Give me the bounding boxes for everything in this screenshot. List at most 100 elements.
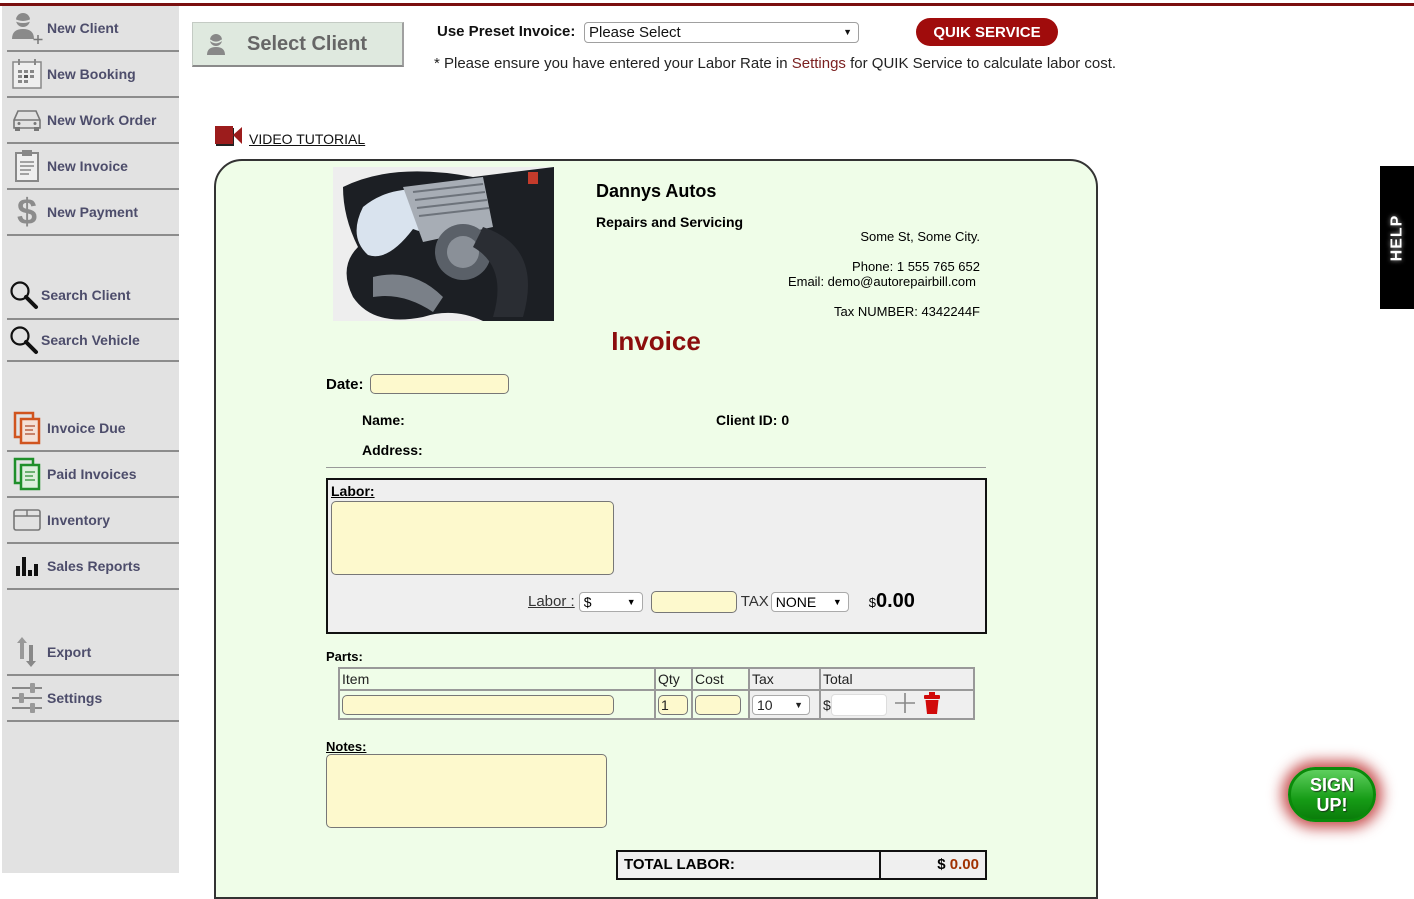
total-cell: $ [819, 689, 975, 720]
dollar-icon: $ [16, 191, 38, 232]
sidebar-item-inventory[interactable]: Inventory [7, 498, 179, 544]
invoice-panel: Dannys Autos Repairs and Servicing Some … [214, 159, 1098, 899]
sidebar-item-label: Search Client [41, 287, 131, 303]
sidebar-item-new-work-order[interactable]: New Work Order [7, 98, 179, 144]
quik-service-button[interactable]: QUIK SERVICE [916, 18, 1058, 46]
sidebar-item-label: Paid Invoices [47, 466, 137, 482]
part-tax-select[interactable]: 10 ▼ [752, 694, 810, 715]
labor-unit-select[interactable]: $ ▼ [578, 591, 643, 612]
sidebar-item-new-payment[interactable]: $ New Payment [7, 190, 179, 236]
sidebar-item-label: New Payment [47, 204, 139, 220]
sidebar-item-new-client[interactable]: New Client [7, 6, 179, 52]
calendar-icon [7, 56, 47, 92]
settings-link[interactable]: Settings [792, 55, 846, 72]
column-header-item: Item [338, 667, 656, 691]
labor-rate-notice: * Please ensure you have entered your La… [434, 55, 1116, 72]
sidebar-item-export[interactable]: Export [7, 630, 179, 676]
notes-label: Notes: [326, 739, 367, 754]
paid-invoices-icon [7, 456, 47, 492]
add-row-icon[interactable] [893, 691, 917, 718]
sidebar-item-label: Settings [47, 690, 103, 706]
total-labor-value: 0.00 [949, 856, 979, 873]
labor-tax-select[interactable]: NONE ▼ [770, 591, 849, 612]
business-name: Dannys Autos [596, 181, 717, 201]
cost-cell [691, 689, 750, 720]
business-contact-info: Some St, Some City. Phone: 1 555 765 652… [788, 229, 980, 319]
sign-up-label-line1: SIGN [1309, 774, 1354, 795]
sidebar-item-paid-invoices[interactable]: Paid Invoices [7, 452, 179, 498]
video-tutorial-link[interactable]: VIDEO TUTORIAL [214, 124, 365, 153]
divider [326, 467, 986, 468]
select-client-label: Select Client [247, 32, 368, 55]
sidebar-item-search-vehicle[interactable]: Search Vehicle [7, 320, 179, 362]
labor-description-textarea[interactable] [331, 501, 614, 575]
notice-text: for QUIK Service to calculate labor cost… [845, 55, 1117, 72]
bar-chart-icon [7, 548, 47, 584]
currency-symbol: $ [868, 595, 876, 610]
parts-header-row: Item Qty Cost Tax Total [338, 667, 975, 691]
sidebar-item-label: Sales Reports [47, 558, 141, 574]
preset-invoice-label: Use Preset Invoice: [437, 23, 576, 40]
video-tutorial-label: VIDEO TUTORIAL [249, 130, 366, 147]
sidebar-item-settings[interactable]: Settings [7, 676, 179, 722]
sidebar-item-label: Search Vehicle [41, 332, 140, 348]
search-icon [7, 277, 41, 313]
invoice-due-icon [7, 410, 47, 446]
client-address-label: Address: [362, 442, 423, 458]
sidebar-item-sales-reports[interactable]: Sales Reports [7, 544, 179, 590]
labor-amount-input[interactable] [650, 590, 737, 613]
dropdown-arrow-icon: ▼ [832, 596, 842, 607]
currency-symbol: $ [823, 696, 831, 713]
sidebar: New Client New Booking New Work Order Ne… [2, 6, 179, 873]
labor-tax-label: TAX [740, 593, 769, 610]
qty-input[interactable]: 1 [658, 694, 688, 715]
parts-table: Item Qty Cost Tax Total 1 10 ▼ $ [338, 667, 975, 720]
part-total-input[interactable] [830, 693, 887, 716]
total-labor-amount: $ 0.00 [881, 852, 985, 878]
business-address: Some St, Some City. [860, 229, 980, 244]
clipboard-icon [7, 148, 47, 184]
parts-label: Parts: [326, 649, 363, 664]
help-tab[interactable]: HELP [1380, 166, 1414, 309]
currency-symbol: $ [937, 856, 946, 873]
business-phone: Phone: 1 555 765 652 [852, 259, 980, 274]
sidebar-item-label: New Booking [47, 66, 136, 82]
search-icon [7, 322, 41, 358]
car-icon [7, 102, 47, 138]
sign-up-label-line2: UP! [1316, 794, 1348, 815]
business-tax-number: Tax NUMBER: 4342244F [834, 304, 980, 319]
sidebar-item-invoice-due[interactable]: Invoice Due [7, 406, 179, 452]
labor-tax-value: NONE [775, 593, 817, 610]
item-input[interactable] [342, 694, 614, 715]
client-id: Client ID: 0 [716, 412, 790, 428]
sidebar-item-new-booking[interactable]: New Booking [7, 52, 179, 98]
column-header-qty: Qty [654, 667, 693, 691]
labor-title: Labor: [331, 483, 375, 499]
business-logo-engine-image [333, 167, 554, 321]
sidebar-item-search-client[interactable]: Search Client [7, 272, 179, 320]
sidebar-item-label: New Work Order [47, 112, 157, 128]
part-tax-value: 10 [757, 696, 773, 713]
user-icon [193, 32, 239, 56]
select-client-button[interactable]: Select Client [192, 22, 404, 67]
column-header-total: Total [819, 667, 975, 691]
preset-invoice-select[interactable]: Please Select ▼ [584, 22, 859, 43]
cost-input[interactable] [695, 694, 741, 715]
column-header-cost: Cost [691, 667, 750, 691]
item-cell [338, 689, 656, 720]
qty-cell: 1 [654, 689, 693, 720]
delete-row-icon[interactable] [923, 691, 941, 718]
sidebar-item-label: Export [47, 644, 92, 660]
preset-invoice-value: Please Select [589, 24, 681, 41]
export-arrows-icon [7, 634, 47, 670]
sidebar-item-label: New Invoice [47, 158, 128, 174]
video-camera-icon [214, 124, 244, 153]
sign-up-button[interactable]: SIGN UP! [1288, 767, 1376, 822]
date-input[interactable] [370, 374, 509, 394]
labor-unit-value: $ [583, 593, 592, 610]
labor-total-value: 0.00 [876, 590, 915, 612]
notes-textarea[interactable] [326, 754, 607, 828]
dropdown-arrow-icon: ▼ [626, 596, 636, 607]
sidebar-item-new-invoice[interactable]: New Invoice [7, 144, 179, 190]
labor-section: Labor: Labor : $ ▼ TAX NONE ▼ $0.00 [326, 478, 987, 634]
